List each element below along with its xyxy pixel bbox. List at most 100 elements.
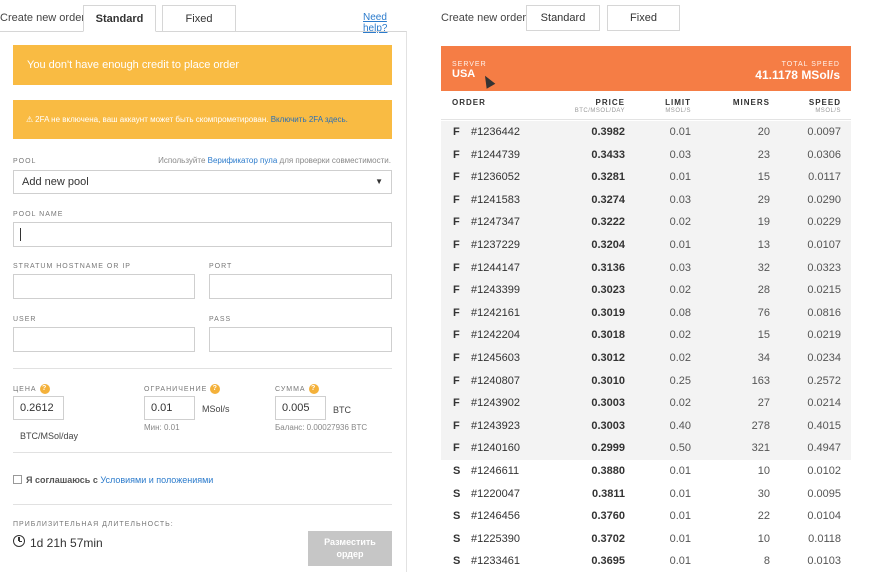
order-miners: 27 (757, 397, 770, 410)
order-price: 0.3003 (591, 397, 625, 410)
agree-prefix: Я соглашаюсь с (26, 475, 98, 485)
tab-standard[interactable]: Standard (83, 5, 156, 32)
col-speed[interactable]: SPEED (809, 98, 841, 107)
table-row[interactable]: F #1240807 0.3010 0.25 163 0.2572 (441, 369, 851, 393)
pool-hint-suffix: для проверки совместимости. (279, 156, 391, 165)
table-row[interactable]: F #1243902 0.3003 0.02 27 0.0214 (441, 392, 851, 415)
order-limit: 0.02 (669, 284, 691, 297)
order-type: F (453, 351, 460, 364)
order-type: S (453, 555, 461, 568)
order-type: F (453, 193, 460, 206)
col-price[interactable]: PRICE (596, 98, 625, 107)
amount-input[interactable]: 0.005 (275, 396, 326, 420)
order-speed: 0.4015 (807, 419, 841, 432)
tab-standard-right[interactable]: Standard (526, 5, 600, 31)
order-price: 0.3012 (591, 351, 625, 364)
table-row[interactable]: S #1225390 0.3702 0.01 10 0.0118 (441, 528, 851, 551)
order-miners: 30 (757, 487, 770, 500)
user-label: USER (13, 316, 37, 323)
order-id: #1242204 (471, 329, 520, 342)
order-type: F (453, 171, 460, 184)
pool-select-value: Add new pool (22, 176, 89, 188)
price-label: ЦЕНА? (13, 384, 50, 394)
divider (13, 368, 392, 369)
terms-checkbox[interactable] (13, 475, 22, 484)
table-row[interactable]: S #1233461 0.3695 0.01 8 0.0103 (441, 550, 851, 572)
order-speed: 0.2572 (807, 374, 841, 387)
pool-name-input[interactable] (13, 222, 392, 247)
order-speed: 0.0104 (807, 510, 841, 523)
limit-input[interactable]: 0.01 (144, 396, 195, 420)
price-unit: BTC/MSol/day (20, 431, 79, 441)
amount-unit: BTC (333, 405, 351, 415)
order-limit: 0.01 (669, 238, 691, 251)
order-price: 0.3136 (591, 261, 625, 274)
table-row[interactable]: S #1246456 0.3760 0.01 22 0.0104 (441, 505, 851, 528)
table-row[interactable]: F #1243399 0.3023 0.02 28 0.0215 (441, 279, 851, 302)
order-id: #1236052 (471, 171, 520, 184)
col-limit[interactable]: LIMIT (665, 98, 691, 107)
col-miners[interactable]: MINERS (733, 98, 770, 107)
create-order-label-right: Create new order (441, 12, 526, 24)
order-speed: 0.0290 (807, 193, 841, 206)
pass-input[interactable] (209, 327, 392, 352)
table-row[interactable]: F #1244147 0.3136 0.03 32 0.0323 (441, 256, 851, 280)
port-input[interactable] (209, 274, 392, 299)
user-input[interactable] (13, 327, 195, 352)
help-icon[interactable]: ? (39, 384, 50, 394)
price-input[interactable]: 0.2612 (13, 396, 64, 420)
order-limit: 0.03 (669, 148, 691, 161)
place-order-button[interactable]: Разместить ордер (308, 531, 392, 566)
pool-verifier-link[interactable]: Верификатор пула (208, 156, 278, 165)
table-row[interactable]: S #1220047 0.3811 0.01 30 0.0095 (441, 483, 851, 506)
table-row[interactable]: S #1246611 0.3880 0.01 10 0.0102 (441, 460, 851, 483)
table-row[interactable]: F #1236442 0.3982 0.01 20 0.0097 (441, 121, 851, 144)
pool-select[interactable]: Add new pool ▼ (13, 170, 392, 194)
order-type: S (453, 487, 461, 500)
order-id: #1242161 (471, 306, 520, 319)
help-icon[interactable]: ? (308, 384, 319, 394)
order-speed: 0.0229 (807, 216, 841, 229)
col-speed-sub: MSOL/S (815, 108, 841, 114)
order-type: F (453, 238, 460, 251)
order-miners: 163 (751, 374, 770, 387)
order-price: 0.3982 (591, 126, 625, 138)
table-row[interactable]: F #1242204 0.3018 0.02 15 0.0219 (441, 324, 851, 347)
table-row[interactable]: F #1247347 0.3222 0.02 19 0.0229 (441, 211, 851, 234)
clock-icon (13, 535, 25, 547)
order-limit: 0.02 (669, 216, 691, 229)
order-limit: 0.40 (669, 419, 691, 432)
order-miners: 15 (757, 329, 770, 342)
order-limit: 0.08 (669, 306, 691, 319)
terms-link[interactable]: Условиями и положениями (100, 475, 213, 485)
stratum-input[interactable] (13, 274, 195, 299)
duration-value: 1d 21h 57min (30, 536, 103, 550)
orders-table-body: F #1236442 0.3982 0.01 20 0.0097 F #1244739 0.34… (441, 121, 851, 572)
table-row[interactable]: F #1237229 0.3204 0.01 13 0.0107 (441, 233, 851, 257)
table-row[interactable]: F #1241583 0.3274 0.03 29 0.0290 (441, 188, 851, 212)
enable-2fa-link[interactable]: Включить 2FA здесь. (271, 115, 348, 124)
col-order[interactable]: ORDER (452, 98, 486, 107)
orders-table-header: ORDER PRICE BTC/MSOL/DAY LIMIT MSOL/S MI… (441, 91, 851, 120)
order-miners: 10 (757, 532, 770, 545)
price-label-text: ЦЕНА (13, 385, 37, 393)
order-price: 0.3222 (591, 216, 625, 229)
help-icon[interactable]: ? (210, 384, 221, 394)
tab-fixed[interactable]: Fixed (162, 5, 236, 32)
table-row[interactable]: F #1240160 0.2999 0.50 321 0.4947 (441, 437, 851, 460)
order-price: 0.3274 (591, 193, 625, 206)
table-row[interactable]: F #1243923 0.3003 0.40 278 0.4015 (441, 414, 851, 438)
table-row[interactable]: F #1242161 0.3019 0.08 76 0.0816 (441, 301, 851, 325)
order-id: #1247347 (471, 216, 520, 229)
order-miners: 76 (757, 306, 770, 319)
order-price: 0.2999 (591, 442, 625, 455)
order-speed: 0.0219 (807, 329, 841, 342)
tab-fixed-right[interactable]: Fixed (607, 5, 680, 31)
table-row[interactable]: F #1244739 0.3433 0.03 23 0.0306 (441, 143, 851, 167)
order-miners: 19 (757, 216, 770, 229)
order-speed: 0.0306 (807, 148, 841, 161)
server-value[interactable]: USA (452, 68, 475, 80)
table-row[interactable]: F #1245603 0.3012 0.02 34 0.0234 (441, 346, 851, 370)
table-row[interactable]: F #1236052 0.3281 0.01 15 0.0117 (441, 166, 851, 189)
left-tab-bar: Create new order Standard Fixed Need hel… (0, 0, 410, 34)
